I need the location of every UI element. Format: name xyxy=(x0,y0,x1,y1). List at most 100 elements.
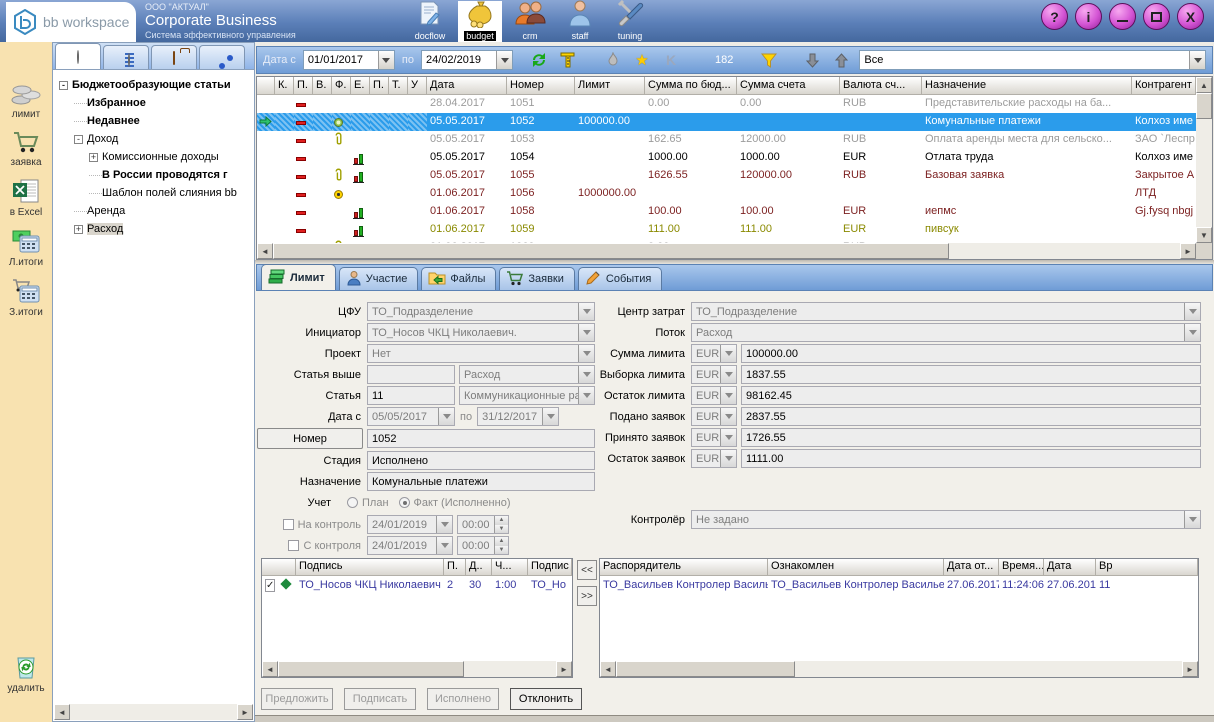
signature-table-scrollbar[interactable]: ◄ ► xyxy=(262,661,572,677)
stage-value[interactable]: Исполнено xyxy=(367,451,595,470)
sign-column-header[interactable]: П. xyxy=(444,559,466,576)
sign-column-header[interactable]: Подпис xyxy=(528,559,572,576)
grid-column-header[interactable]: Е. xyxy=(351,77,370,95)
table-row[interactable]: 01.06.20171058100.00100.00EURиепмсGj.fys… xyxy=(257,203,1196,221)
scroll-up-icon[interactable]: ▲ xyxy=(1196,77,1212,93)
grid-column-header[interactable] xyxy=(257,77,275,95)
currency-select[interactable]: EUR xyxy=(691,428,737,447)
scroll-right-icon[interactable]: ► xyxy=(1182,661,1198,677)
scroll-down-icon[interactable]: ▼ xyxy=(1196,227,1212,243)
tree-tab[interactable] xyxy=(199,45,245,69)
scroll-left-icon[interactable]: ◄ xyxy=(600,661,616,677)
tree-expander-icon[interactable]: - xyxy=(74,135,83,144)
help-button[interactable]: ? xyxy=(1041,3,1068,30)
tab-Лимит[interactable]: Лимит xyxy=(261,264,336,290)
grid-column-header[interactable]: Номер xyxy=(507,77,575,95)
tree-tab[interactable] xyxy=(103,45,149,69)
grid-column-header[interactable]: Контрагент xyxy=(1132,77,1196,95)
sidebar-item-заявка[interactable]: заявка xyxy=(10,130,41,168)
scroll-left-icon[interactable]: ◄ xyxy=(257,243,273,259)
scroll-right-icon[interactable]: ► xyxy=(556,661,572,677)
currency-select[interactable]: EUR xyxy=(691,386,737,405)
currency-select[interactable]: EUR xyxy=(691,449,737,468)
chevron-down-icon[interactable] xyxy=(436,516,452,533)
grid-column-header[interactable]: Валюта сч... xyxy=(840,77,922,95)
cost-center-select[interactable]: ТО_Подразделение xyxy=(691,302,1201,321)
sidebar-item-Л.итоги[interactable]: Л.итоги xyxy=(9,228,43,268)
app-docflow[interactable]: docflow xyxy=(408,1,452,42)
maximize-button[interactable] xyxy=(1143,3,1170,30)
ack-column-header[interactable]: Время... xyxy=(999,559,1044,576)
measure-icon[interactable] xyxy=(557,49,579,71)
article-above-flow-select[interactable]: Расход xyxy=(459,365,595,384)
sign-column-header[interactable]: Д.. xyxy=(466,559,492,576)
chevron-down-icon[interactable] xyxy=(578,366,594,383)
grid-vertical-scrollbar[interactable]: ▲ ▼ xyxy=(1196,77,1212,243)
chevron-down-icon[interactable] xyxy=(720,387,736,404)
chevron-down-icon[interactable] xyxy=(1189,51,1205,69)
star-icon[interactable]: ★ xyxy=(631,49,653,71)
money-value[interactable]: 98162.45 xyxy=(741,386,1201,405)
chevron-down-icon[interactable] xyxy=(1184,511,1200,528)
sidebar-item-удалить[interactable]: удалить xyxy=(7,652,44,694)
tree-item[interactable]: +Комиссионные доходы xyxy=(57,148,252,166)
ack-column-header[interactable]: Распорядитель xyxy=(600,559,768,576)
tree-expander-icon[interactable]: + xyxy=(89,153,98,162)
number-button[interactable]: Номер xyxy=(257,428,363,449)
chevron-down-icon[interactable] xyxy=(578,387,594,404)
chevron-down-icon[interactable] xyxy=(578,345,594,362)
fact-radio[interactable] xyxy=(399,497,410,508)
sign-column-header[interactable] xyxy=(262,559,296,576)
minimize-button[interactable] xyxy=(1109,3,1136,30)
cfu-select[interactable]: ТО_Подразделение xyxy=(367,302,595,321)
sign-column-header[interactable]: Ч... xyxy=(492,559,528,576)
scroll-right-icon[interactable]: ► xyxy=(237,704,253,720)
tree-item[interactable]: -Бюджетообразующие статьи xyxy=(57,76,252,94)
grid-column-header[interactable]: Назначение xyxy=(922,77,1132,95)
tree-item[interactable]: Аренда xyxy=(57,202,252,220)
table-row[interactable]: 01.06.20171059111.00111.00EURпивсук xyxy=(257,221,1196,239)
action-button-Отклонить[interactable]: Отклонить xyxy=(510,688,582,710)
chevron-down-icon[interactable] xyxy=(578,324,594,341)
chevron-down-icon[interactable] xyxy=(720,429,736,446)
tree-item[interactable]: Шаблон полей слияния bb xyxy=(57,184,252,202)
sidebar-item-лимит[interactable]: лимит xyxy=(10,82,42,120)
article-type-select[interactable]: Коммуникационные расходы xyxy=(459,386,595,405)
action-button-Предложить[interactable]: Предложить xyxy=(261,688,333,710)
tree-item[interactable]: Недавнее xyxy=(57,112,252,130)
article-input[interactable]: 11 xyxy=(367,386,455,405)
time-spinner[interactable]: ▲▼ xyxy=(494,537,508,554)
chevron-down-icon[interactable] xyxy=(720,345,736,362)
purpose-input[interactable]: Комунальные платежи xyxy=(367,472,595,491)
tree-expander-icon[interactable]: - xyxy=(59,81,68,90)
plan-radio[interactable] xyxy=(347,497,358,508)
transfer-left-button[interactable]: << xyxy=(577,560,597,580)
tree-item[interactable]: +Расход xyxy=(57,220,252,238)
app-crm[interactable]: crm xyxy=(508,1,552,42)
tree-horizontal-scrollbar[interactable]: ◄ ► xyxy=(54,704,253,720)
sign-column-header[interactable]: Подпись xyxy=(296,559,444,576)
grid-column-header[interactable]: П. xyxy=(294,77,313,95)
scroll-left-icon[interactable]: ◄ xyxy=(54,704,70,720)
ack-column-header[interactable]: Дата xyxy=(1044,559,1096,576)
currency-select[interactable]: EUR xyxy=(691,407,737,426)
chevron-down-icon[interactable] xyxy=(720,366,736,383)
money-value[interactable]: 1726.55 xyxy=(741,428,1201,447)
table-row[interactable]: 05.05.20171052100000.00Комунальные плате… xyxy=(257,113,1196,131)
table-row[interactable]: 05.05.201710551626.55120000.00RUBБазовая… xyxy=(257,167,1196,185)
tab-Заявки[interactable]: Заявки xyxy=(499,267,575,290)
signature-row[interactable]: ✓ТО_Носов ЧКЦ Николаевич2301:00ТО_Но xyxy=(262,576,572,594)
date-from-input[interactable]: 01/01/2017 xyxy=(303,50,395,70)
sidebar-item-З.итоги[interactable]: З.итоги xyxy=(9,278,43,318)
period-from-input[interactable]: 05/05/2017 xyxy=(367,407,455,426)
ack-column-header[interactable]: Дата от... xyxy=(944,559,999,576)
from-control-date[interactable]: 24/01/2019 xyxy=(367,536,453,555)
tree-item[interactable]: -Доход xyxy=(57,130,252,148)
money-value[interactable]: 1837.55 xyxy=(741,365,1201,384)
money-value[interactable]: 100000.00 xyxy=(741,344,1201,363)
acknowledgement-table-scrollbar[interactable]: ◄ ► xyxy=(600,661,1198,677)
grid-column-header[interactable]: В. xyxy=(313,77,332,95)
chevron-down-icon[interactable] xyxy=(1184,324,1200,341)
grid-column-header[interactable]: Сумма по бюд... xyxy=(645,77,737,95)
chevron-down-icon[interactable] xyxy=(378,51,394,69)
